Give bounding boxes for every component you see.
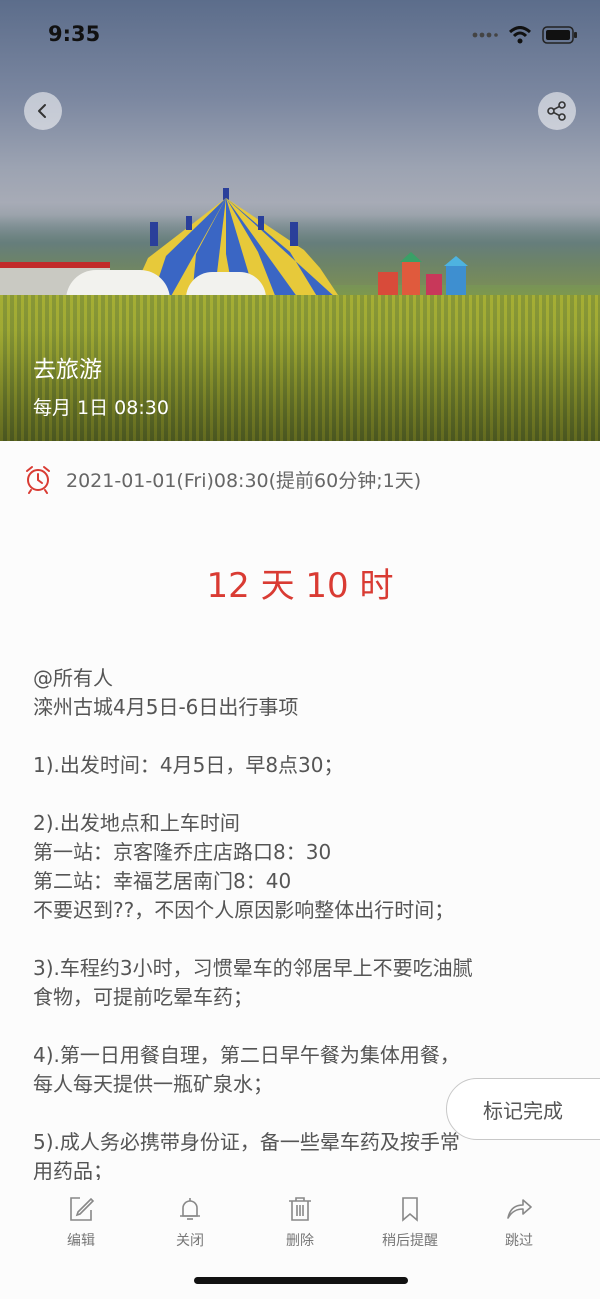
close-button[interactable]: 关闭 bbox=[135, 1194, 245, 1250]
delete-button[interactable]: 删除 bbox=[245, 1194, 355, 1250]
mark-done-button[interactable]: 标记完成 bbox=[446, 1078, 600, 1140]
edit-icon bbox=[70, 1197, 95, 1221]
reminder-datetime: 2021-01-01(Fri)08:30(提前60分钟;1天) bbox=[66, 469, 422, 492]
event-title: 去旅游 bbox=[33, 357, 102, 383]
note-line bbox=[33, 925, 573, 954]
playground bbox=[378, 252, 468, 296]
share-button[interactable] bbox=[538, 92, 576, 130]
event-schedule: 每月 1日 08:30 bbox=[33, 397, 169, 419]
note-line: 1).出发时间：4月5日，早8点30； bbox=[33, 753, 344, 777]
battery-icon bbox=[542, 26, 577, 44]
note-line: @所有人 bbox=[33, 666, 113, 690]
close-label: 关闭 bbox=[176, 1233, 204, 1249]
note-line: 4).第一日用餐自理，第二日早午餐为集体用餐， bbox=[33, 1043, 460, 1067]
back-button[interactable] bbox=[24, 92, 62, 130]
forward-arrow-icon bbox=[507, 1199, 532, 1219]
edit-button[interactable]: 编辑 bbox=[26, 1194, 136, 1250]
chevron-left-icon bbox=[38, 104, 46, 118]
share-icon bbox=[547, 101, 566, 121]
note-line bbox=[33, 722, 573, 751]
alarm-clock-icon bbox=[26, 466, 50, 494]
reminder-row: 2021-01-01(Fri)08:30(提前60分钟;1天) bbox=[24, 464, 421, 494]
note-line: 3).车程约3小时，习惯晕车的邻居早上不要吃油腻 bbox=[33, 956, 473, 980]
note-line: 食物，可提前吃晕车药； bbox=[33, 985, 253, 1009]
remind-later-label: 稍后提醒 bbox=[382, 1233, 438, 1249]
bookmark-icon bbox=[402, 1197, 418, 1222]
countdown: 12 天 10 时 bbox=[206, 566, 394, 606]
bell-icon bbox=[180, 1198, 200, 1220]
note-line bbox=[33, 1012, 573, 1041]
note-line: 不要迟到??，不因个人原因影响整体出行时间； bbox=[33, 898, 455, 922]
home-indicator[interactable] bbox=[194, 1277, 408, 1284]
trash-icon bbox=[289, 1197, 311, 1221]
skip-label: 跳过 bbox=[505, 1233, 533, 1249]
edit-label: 编辑 bbox=[67, 1233, 95, 1249]
wifi-icon bbox=[508, 26, 532, 44]
note-line: 第二站：幸福艺居南门8：40 bbox=[33, 869, 292, 893]
skip-button[interactable]: 跳过 bbox=[464, 1194, 574, 1250]
remind-later-button[interactable]: 稍后提醒 bbox=[355, 1194, 465, 1250]
note-line bbox=[33, 780, 573, 809]
note-line: 第一站：京客隆乔庄店路口8：30 bbox=[33, 840, 332, 864]
note-line: 滦州古城4月5日-6日出行事项 bbox=[33, 695, 299, 719]
status-time: 9:35 bbox=[48, 22, 101, 46]
status-icons bbox=[472, 26, 578, 44]
delete-label: 删除 bbox=[286, 1233, 314, 1249]
signal-icon bbox=[472, 32, 498, 38]
note-line: 2).出发地点和上车时间 bbox=[33, 811, 240, 835]
